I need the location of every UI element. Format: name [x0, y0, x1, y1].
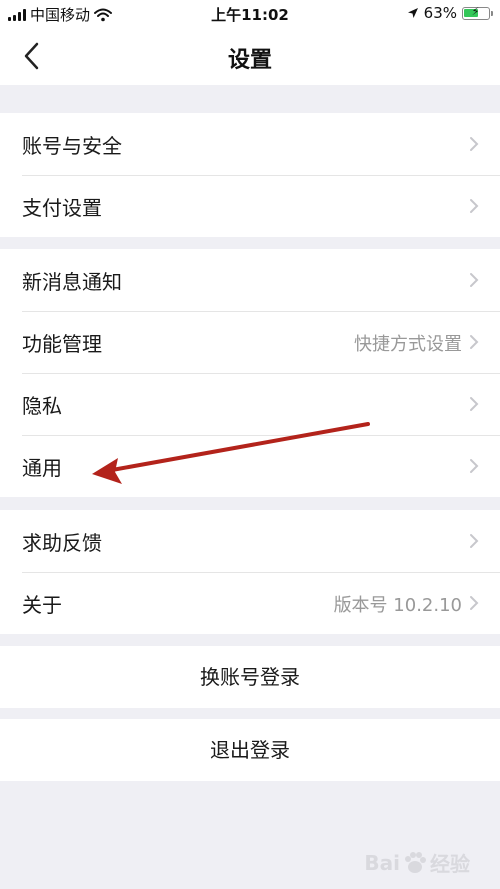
row-account-security[interactable]: 账号与安全	[0, 113, 500, 175]
row-label: 隐私	[22, 394, 62, 418]
chevron-right-icon	[470, 397, 479, 411]
row-payment-settings[interactable]: 支付设置	[0, 175, 500, 237]
row-label: 支付设置	[22, 196, 102, 220]
row-label: 账号与安全	[22, 134, 122, 158]
row-label: 关于	[22, 593, 62, 617]
settings-group-general: 新消息通知 功能管理 快捷方式设置 隐私 通用	[0, 249, 500, 497]
row-label: 新消息通知	[22, 270, 122, 294]
chevron-right-icon	[470, 335, 479, 349]
row-label: 通用	[22, 456, 62, 480]
chevron-right-icon	[470, 534, 479, 548]
battery-icon: ⚡	[462, 4, 493, 20]
status-right: 63% ⚡	[407, 4, 493, 22]
chevron-right-icon	[470, 137, 479, 151]
chevron-right-icon	[470, 459, 479, 473]
chevron-right-icon	[470, 199, 479, 213]
row-about[interactable]: 关于 版本号 10.2.10	[0, 572, 500, 634]
chevron-right-icon	[470, 596, 479, 610]
location-arrow-icon	[407, 8, 418, 18]
row-general[interactable]: 通用	[0, 435, 500, 497]
paw-icon	[405, 851, 426, 873]
switch-account-button[interactable]: 换账号登录	[0, 646, 500, 708]
row-label: 求助反馈	[22, 531, 102, 555]
charging-bolt-icon: ⚡	[471, 4, 480, 18]
row-help-feedback[interactable]: 求助反馈	[0, 510, 500, 572]
settings-group-account: 账号与安全 支付设置	[0, 113, 500, 237]
baidu-jingyan-watermark: Bai 经验	[364, 848, 470, 877]
nav-bar: 设置	[0, 28, 500, 85]
logout-button[interactable]: 退出登录	[0, 719, 500, 781]
row-value: 快捷方式设置	[354, 334, 462, 355]
battery-percent: 63%	[423, 4, 457, 22]
watermark-suffix: 经验	[430, 852, 470, 876]
status-bar: 中国移动 上午11:02 63% ⚡	[0, 0, 500, 28]
row-feature-management[interactable]: 功能管理 快捷方式设置	[0, 311, 500, 373]
row-notifications[interactable]: 新消息通知	[0, 249, 500, 311]
row-value: 版本号 10.2.10	[333, 595, 462, 616]
page-title: 设置	[227, 48, 272, 73]
row-label: 功能管理	[22, 332, 102, 356]
watermark-logo-text: Bai	[364, 850, 400, 875]
chevron-right-icon	[470, 273, 479, 287]
settings-group-help: 求助反馈 关于 版本号 10.2.10	[0, 510, 500, 634]
row-privacy[interactable]: 隐私	[0, 373, 500, 435]
